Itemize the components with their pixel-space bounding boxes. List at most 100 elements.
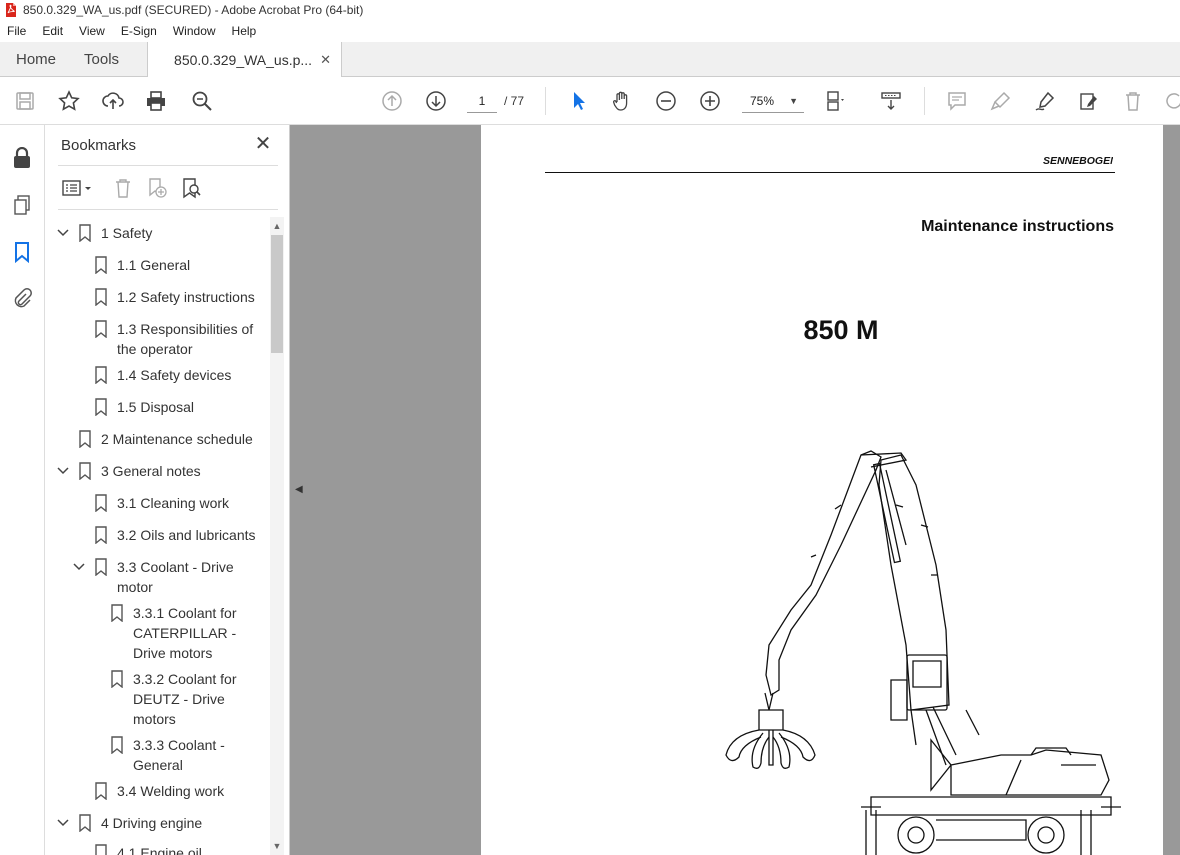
new-bookmark-icon[interactable]: [144, 175, 170, 201]
scrollbar-thumb[interactable]: [271, 235, 283, 353]
bookmark-icon: [79, 462, 91, 480]
bookmark-icon: [95, 366, 107, 384]
comment-icon[interactable]: [945, 89, 969, 113]
bookmark-item-3-3-3[interactable]: 3.3.3 Coolant - General: [45, 735, 270, 777]
bookmark-item-4-1[interactable]: 4.1 Engine oil: [45, 843, 270, 855]
collapse-panel-icon[interactable]: ◀: [295, 484, 303, 495]
toolbar-divider: [545, 87, 546, 115]
rotate-icon[interactable]: [1162, 89, 1180, 113]
attachment-icon[interactable]: [9, 285, 35, 311]
upload-icon[interactable]: [101, 89, 125, 113]
document-heading: Maintenance instructions: [921, 218, 1114, 235]
lock-icon[interactable]: [9, 145, 35, 171]
bookmark-item-3-3[interactable]: 3.3 Coolant - Drive motor: [45, 557, 270, 599]
bookmark-icon: [95, 320, 107, 338]
close-tab-icon[interactable]: ✕: [320, 52, 331, 68]
arrow-up-circle-icon[interactable]: [380, 89, 404, 113]
bookmark-icon: [95, 782, 107, 800]
bookmark-icon: [111, 604, 123, 622]
pdf-page: SENNEBOGEN Maintenance instructions 850 …: [481, 125, 1163, 855]
bookmark-item-3-1[interactable]: 3.1 Cleaning work: [45, 493, 270, 515]
menu-esign[interactable]: E-Sign: [113, 24, 165, 38]
bookmark-label: 1.3 Responsibilities of the operator: [117, 321, 254, 357]
bookmark-item-1-1[interactable]: 1.1 General: [45, 255, 270, 277]
bookmark-item-1[interactable]: 1 Safety: [45, 223, 270, 245]
highlight-icon[interactable]: [989, 89, 1013, 113]
bookmark-label: 3 General notes: [101, 463, 201, 479]
bookmarks-title: Bookmarks: [61, 137, 137, 154]
scroll-mode-icon[interactable]: [879, 89, 903, 113]
save-icon[interactable]: [13, 89, 37, 113]
bookmark-item-2[interactable]: 2 Maintenance schedule: [45, 429, 270, 451]
menu-edit[interactable]: Edit: [34, 24, 71, 38]
cursor-icon[interactable]: [566, 89, 590, 113]
search-icon[interactable]: [190, 89, 214, 113]
bookmark-label: 4.1 Engine oil: [117, 845, 202, 855]
bookmark-item-3-3-2[interactable]: 3.3.2 Coolant for DEUTZ - Drive motors: [45, 669, 270, 731]
edit-pdf-icon[interactable]: [1077, 89, 1101, 113]
model-title: 850 M: [803, 315, 879, 345]
sign-icon[interactable]: [1033, 89, 1057, 113]
bookmark-item-1-3[interactable]: 1.3 Responsibilities of the operator: [45, 319, 270, 361]
bookmark-icon: [95, 494, 107, 512]
main-toolbar: 1 / 77 75% ▼: [0, 77, 1180, 125]
divider: [58, 165, 278, 166]
chevron-down-icon[interactable]: [56, 816, 70, 830]
bookmark-item-1-5[interactable]: 1.5 Disposal: [45, 397, 270, 419]
toolbar-divider: [924, 87, 925, 115]
hand-icon[interactable]: [610, 89, 634, 113]
menu-help[interactable]: Help: [224, 24, 265, 38]
bookmark-label: 1.2 Safety instructions: [117, 289, 255, 305]
delete-bookmark-icon[interactable]: [110, 175, 136, 201]
sennebogen-logo: SENNEBOGEN: [1043, 153, 1118, 167]
bookmark-item-1-4[interactable]: 1.4 Safety devices: [45, 365, 270, 387]
bookmark-label: 3.3.3 Coolant - General: [133, 737, 225, 773]
page-number-input[interactable]: 1: [467, 89, 497, 113]
chevron-down-icon[interactable]: [56, 464, 70, 478]
bookmark-label: 3.3 Coolant - Drive motor: [117, 559, 234, 595]
bookmark-label: 4 Driving engine: [101, 815, 203, 831]
bookmarks-scrollbar[interactable]: ▲ ▼: [270, 217, 284, 855]
bookmark-label: 3.3.2 Coolant for DEUTZ - Drive motors: [133, 671, 237, 727]
bookmark-label: 1.1 General: [117, 257, 191, 273]
close-icon[interactable]: ✕: [253, 133, 273, 155]
zoom-in-icon[interactable]: [698, 89, 722, 113]
bookmark-item-3-4[interactable]: 3.4 Welding work: [45, 781, 270, 803]
zoom-value: 75%: [750, 94, 775, 108]
page-thumbnails-icon[interactable]: [9, 192, 35, 218]
bookmark-item-3-3-1[interactable]: 3.3.1 Coolant for CATERPILLAR - Drive mo…: [45, 603, 270, 665]
zoom-select[interactable]: 75% ▼: [742, 89, 804, 113]
zoom-out-icon[interactable]: [654, 89, 678, 113]
bookmark-icon: [79, 814, 91, 832]
find-bookmark-icon[interactable]: [178, 175, 204, 201]
print-icon[interactable]: [144, 89, 168, 113]
bookmark-star-icon[interactable]: [57, 89, 81, 113]
trash-icon[interactable]: [1121, 89, 1145, 113]
tab-document[interactable]: 850.0.329_WA_us.p... ✕: [147, 42, 342, 78]
bookmark-item-3-2[interactable]: 3.2 Oils and lubricants: [45, 525, 270, 547]
bookmark-icon: [95, 558, 107, 576]
chevron-down-icon[interactable]: [56, 226, 70, 240]
chevron-down-icon[interactable]: [72, 560, 86, 574]
page-view-icon[interactable]: [823, 89, 847, 113]
bookmark-icon: [111, 670, 123, 688]
bookmark-item-4[interactable]: 4 Driving engine: [45, 813, 270, 835]
bookmark-item-3[interactable]: 3 General notes: [45, 461, 270, 483]
scroll-down-icon[interactable]: ▼: [270, 839, 284, 853]
tab-tools[interactable]: Tools: [70, 42, 133, 76]
bookmark-icon: [95, 844, 107, 855]
bookmark-label: 1 Safety: [101, 225, 153, 241]
bookmark-item-1-2[interactable]: 1.2 Safety instructions: [45, 287, 270, 309]
menu-file[interactable]: File: [0, 24, 34, 38]
left-navigation-rail: [0, 125, 45, 855]
bookmarks-panel-icon[interactable]: [9, 239, 35, 265]
bookmark-list: 1 Safety 1.1 General 1.2 Safety instruct…: [45, 217, 270, 855]
header-rule: [545, 172, 1115, 173]
tab-home[interactable]: Home: [0, 42, 70, 76]
arrow-down-circle-icon[interactable]: [424, 89, 448, 113]
tab-document-label: 850.0.329_WA_us.p...: [174, 52, 313, 68]
options-menu-icon[interactable]: [60, 175, 94, 201]
menu-window[interactable]: Window: [165, 24, 224, 38]
menu-view[interactable]: View: [71, 24, 113, 38]
scroll-up-icon[interactable]: ▲: [270, 219, 284, 233]
